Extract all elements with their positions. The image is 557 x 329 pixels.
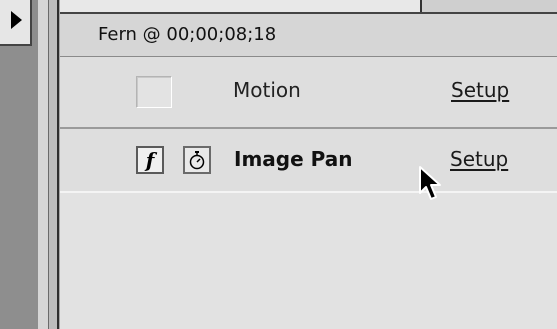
motion-setup-link[interactable]: Setup	[451, 78, 509, 102]
image-pan-setup-link[interactable]: Setup	[450, 147, 508, 171]
stopwatch-icon	[189, 151, 205, 170]
clip-time-title: Fern @ 00;00;08;18	[98, 24, 277, 45]
keyframe-toggle-button[interactable]	[183, 146, 211, 174]
expand-toggle[interactable]	[0, 0, 32, 46]
effect-name: Motion	[233, 78, 301, 102]
effect-controls-panel: Fern @ 00;00;08;18 Motion Setup f Image …	[60, 14, 557, 329]
triangle-right-icon	[11, 11, 22, 29]
track-divider	[38, 0, 49, 329]
timeline-track-strip	[0, 0, 39, 329]
effect-name: Image Pan	[234, 147, 353, 171]
fx-toggle-button[interactable]: f	[136, 146, 164, 174]
panel-header: Fern @ 00;00;08;18	[60, 14, 557, 57]
effect-row-image-pan: f Image Pan Setup	[60, 129, 557, 193]
motion-enable-checkbox[interactable]	[136, 76, 172, 108]
window-tab[interactable]	[60, 0, 422, 12]
track-divider	[49, 0, 59, 329]
effect-row-motion: Motion Setup	[60, 57, 557, 129]
function-f-icon: f	[145, 148, 155, 172]
empty-effects-area	[60, 193, 557, 329]
arrow-cursor-icon	[419, 166, 441, 200]
window-tab-strip	[60, 0, 557, 14]
